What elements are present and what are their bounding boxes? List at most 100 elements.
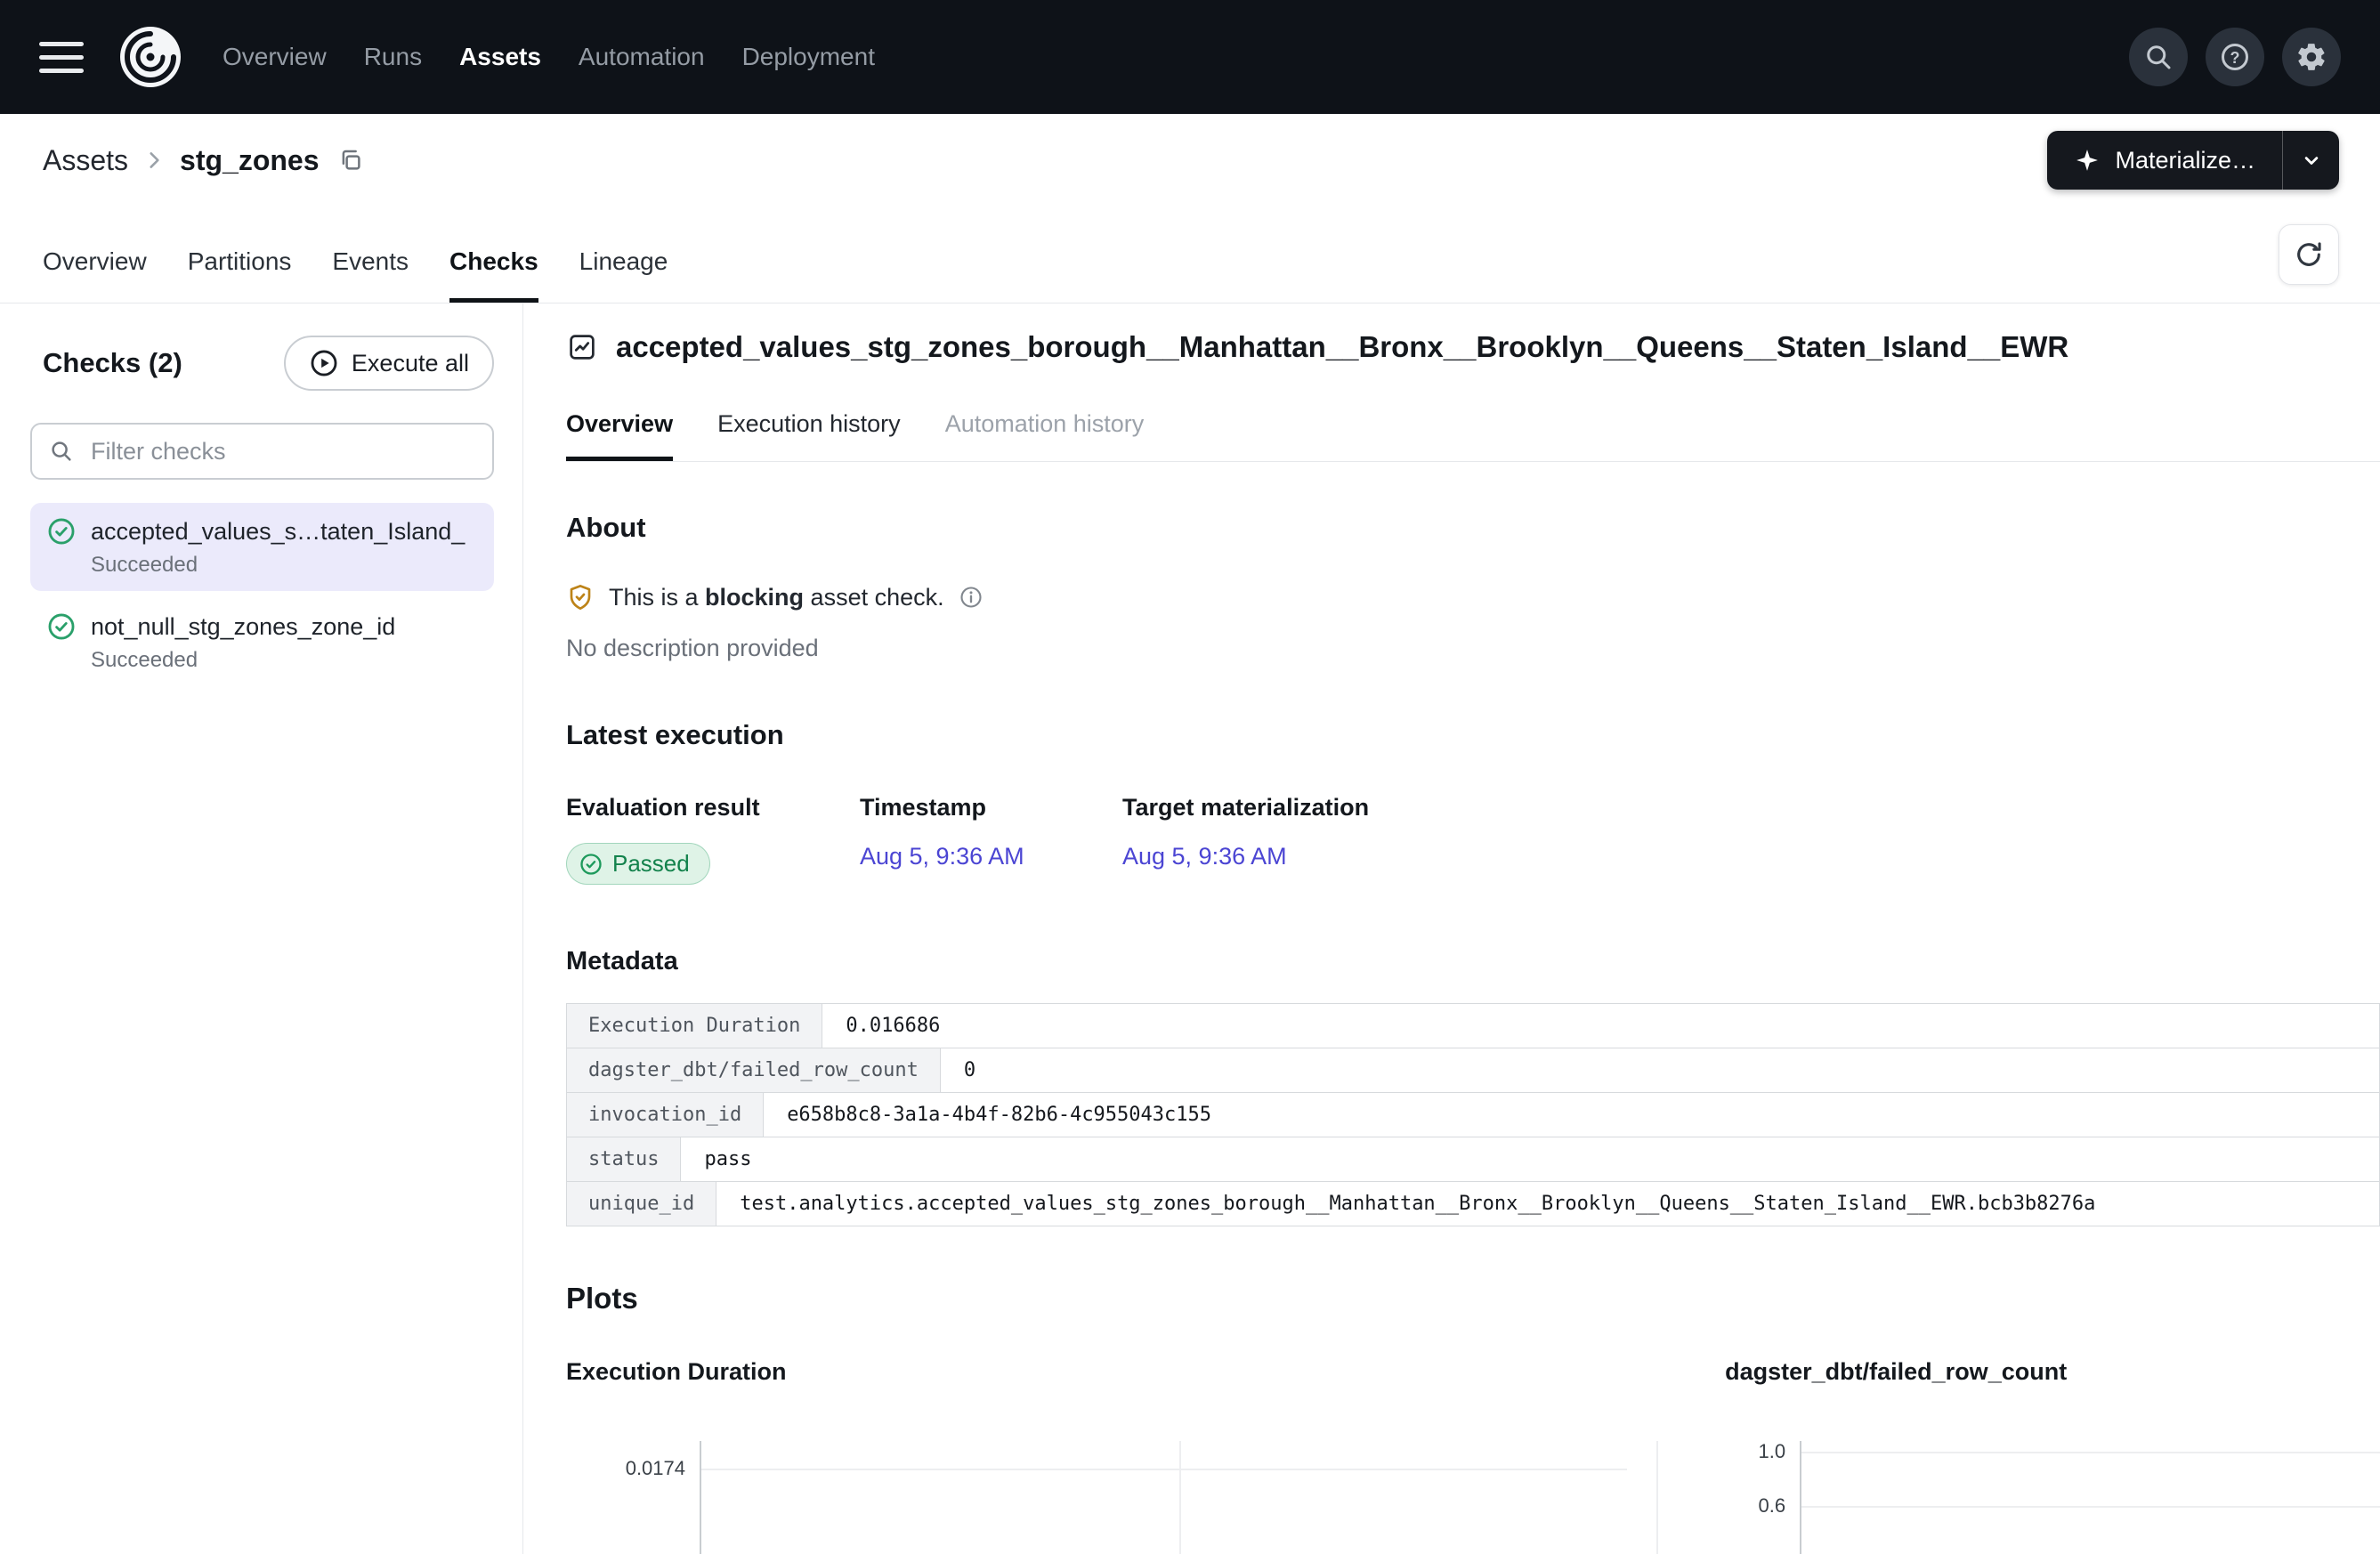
failed-row-count-chart: dagster_dbt/failed_row_count 1.0 0.6 <box>1725 1358 2380 1554</box>
metadata-value: e658b8c8-3a1a-4b4f-82b6-4c955043c155 <box>764 1093 2379 1137</box>
check-tabs: Overview Execution history Automation hi… <box>566 410 2380 462</box>
metadata-key: status <box>567 1137 681 1181</box>
check-title: accepted_values_stg_zones_borough__Manha… <box>616 330 2068 364</box>
nav-item-assets[interactable]: Assets <box>459 43 541 71</box>
hamburger-menu-icon[interactable] <box>39 42 84 73</box>
content-area: Checks (2) Execute all <box>0 304 2380 1554</box>
metadata-value: 0.016686 <box>822 1004 2379 1048</box>
metadata-row: dagster_dbt/failed_row_count 0 <box>567 1048 2379 1092</box>
blocking-sentence: This is a blocking asset check. <box>609 584 944 611</box>
refresh-button[interactable] <box>2279 224 2339 285</box>
tab-partitions[interactable]: Partitions <box>188 223 292 303</box>
asset-tabs-row: Overview Partitions Events Checks Lineag… <box>0 206 2380 304</box>
check-tab-overview[interactable]: Overview <box>566 410 673 461</box>
tab-lineage[interactable]: Lineage <box>579 223 668 303</box>
check-tab-execution-history[interactable]: Execution history <box>717 410 901 461</box>
info-icon[interactable] <box>959 585 984 610</box>
latest-execution-heading: Latest execution <box>566 719 2380 751</box>
target-materialization-column: Target materialization Aug 5, 9:36 AM <box>1122 794 1369 885</box>
tab-events[interactable]: Events <box>332 223 409 303</box>
search-icon <box>48 438 75 465</box>
breadcrumb-assets-link[interactable]: Assets <box>43 144 128 177</box>
refresh-icon <box>2294 239 2324 270</box>
copy-icon <box>337 147 364 174</box>
chart-title: dagster_dbt/failed_row_count <box>1725 1358 2380 1386</box>
chart-title: Execution Duration <box>566 1358 1627 1386</box>
check-status: Succeeded <box>91 553 478 578</box>
svg-text:?: ? <box>2230 49 2240 67</box>
chevron-right-icon <box>142 149 166 172</box>
check-circle-icon <box>579 852 603 877</box>
top-nav-bar: Overview Runs Assets Automation Deployme… <box>0 0 2380 114</box>
execution-duration-chart: Execution Duration 0.0174 <box>566 1358 1627 1554</box>
chart-plot-area <box>1800 1441 2380 1554</box>
help-icon: ? <box>2219 41 2251 73</box>
filter-checks-container <box>30 423 494 480</box>
tab-checks[interactable]: Checks <box>449 223 538 303</box>
target-materialization-link[interactable]: Aug 5, 9:36 AM <box>1122 843 1287 870</box>
materialize-button[interactable]: Materialize… <box>2047 131 2282 190</box>
latest-execution-grid: Evaluation result Passed Timestamp Aug 5… <box>566 794 2380 885</box>
metadata-table: Execution Duration 0.016686 dagster_dbt/… <box>566 1003 2380 1226</box>
check-name: not_null_stg_zones_zone_id <box>91 613 395 641</box>
materialize-label: Materialize… <box>2115 147 2255 174</box>
nav-item-deployment[interactable]: Deployment <box>742 43 875 71</box>
checks-sidebar: Checks (2) Execute all <box>0 304 523 1554</box>
topbar-actions: ? <box>2129 28 2341 86</box>
nav-item-runs[interactable]: Runs <box>364 43 422 71</box>
metadata-key: unique_id <box>567 1182 716 1226</box>
nav-item-automation[interactable]: Automation <box>579 43 705 71</box>
check-list-item-not-null[interactable]: not_null_stg_zones_zone_id Succeeded <box>30 598 494 686</box>
search-icon <box>2142 41 2174 73</box>
metadata-row: unique_id test.analytics.accepted_values… <box>567 1181 2379 1226</box>
plots-container: Execution Duration 0.0174 dagster_dbt/fa… <box>566 1358 2380 1554</box>
timestamp-link[interactable]: Aug 5, 9:36 AM <box>860 843 1024 870</box>
metadata-key: dagster_dbt/failed_row_count <box>567 1048 941 1092</box>
tab-overview[interactable]: Overview <box>43 223 147 303</box>
check-list-item-accepted-values[interactable]: accepted_values_s…taten_Island_ Succeede… <box>30 503 494 591</box>
y-axis-tick: 0.0174 <box>626 1457 685 1480</box>
copy-asset-name-button[interactable] <box>334 143 368 177</box>
timestamp-label: Timestamp <box>860 794 1122 822</box>
metadata-value: test.analytics.accepted_values_stg_zones… <box>716 1182 2379 1226</box>
check-name: accepted_values_s…taten_Island_ <box>91 518 465 546</box>
materialize-dropdown-button[interactable] <box>2282 131 2339 190</box>
primary-nav: Overview Runs Assets Automation Deployme… <box>223 43 875 71</box>
metadata-row: invocation_id e658b8c8-3a1a-4b4f-82b6-4c… <box>567 1092 2379 1137</box>
dagster-logo[interactable] <box>117 24 183 90</box>
execute-all-label: Execute all <box>352 350 469 377</box>
gear-icon <box>2295 41 2327 73</box>
no-description-text: No description provided <box>566 635 2380 662</box>
timestamp-column: Timestamp Aug 5, 9:36 AM <box>860 794 1122 885</box>
nav-item-overview[interactable]: Overview <box>223 43 327 71</box>
shield-check-icon <box>566 583 595 611</box>
metadata-row: status pass <box>567 1137 2379 1181</box>
breadcrumb: Assets stg_zones <box>43 143 368 177</box>
about-heading: About <box>566 512 2380 544</box>
filter-checks-input[interactable] <box>30 423 494 480</box>
evaluation-result-label: Evaluation result <box>566 794 860 822</box>
y-axis-tick: 1.0 <box>1759 1440 1786 1463</box>
metadata-row: Execution Duration 0.016686 <box>567 1004 2379 1048</box>
play-circle-icon <box>309 348 339 378</box>
check-status: Succeeded <box>91 648 478 673</box>
metadata-value: 0 <box>941 1048 2379 1092</box>
checks-count-heading: Checks (2) <box>43 347 182 379</box>
help-button[interactable]: ? <box>2206 28 2264 86</box>
metadata-value: pass <box>681 1137 2379 1181</box>
chart-plot-area <box>700 1441 1627 1554</box>
check-detail-panel: accepted_values_stg_zones_borough__Manha… <box>523 304 2380 1554</box>
passed-status-badge: Passed <box>566 843 710 885</box>
materialize-split-button: Materialize… <box>2047 131 2339 190</box>
check-circle-icon <box>46 611 77 642</box>
y-axis-tick: 0.6 <box>1759 1494 1786 1518</box>
check-tab-automation-history[interactable]: Automation history <box>945 410 1145 461</box>
execute-all-button[interactable]: Execute all <box>284 336 494 391</box>
sparkle-icon <box>2074 147 2101 174</box>
check-list: accepted_values_s…taten_Island_ Succeede… <box>30 503 494 686</box>
settings-button[interactable] <box>2282 28 2341 86</box>
search-button[interactable] <box>2129 28 2188 86</box>
metadata-key: Execution Duration <box>567 1004 822 1048</box>
metadata-heading: Metadata <box>566 947 2380 976</box>
metadata-key: invocation_id <box>567 1093 764 1137</box>
